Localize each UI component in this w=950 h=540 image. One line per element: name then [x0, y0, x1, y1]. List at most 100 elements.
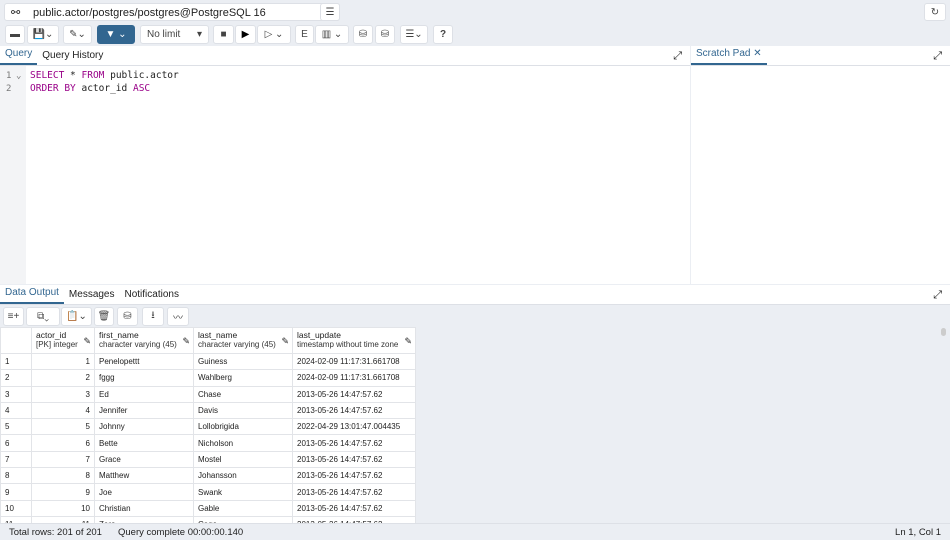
table-row[interactable]: 1 1 Penelopettt Guiness 2024-02-09 11:17:31.…: [0, 352, 416, 371]
row-number[interactable]: 7: [0, 450, 32, 469]
table-cell[interactable]: Johansson: [193, 467, 293, 485]
table-cell[interactable]: Mostel: [193, 450, 293, 469]
table-cell[interactable]: 2022-04-29 13:01:47.004435: [292, 418, 416, 436]
table-cell[interactable]: 1: [31, 352, 95, 371]
connection-address-bar[interactable]: ⚯ public.actor/postgres/postgres@Postgre…: [4, 3, 340, 21]
table-row[interactable]: 10 10 Christian Gable 2013-05-26 14:47:57.62: [0, 499, 416, 517]
sql-editor[interactable]: 1 ⌄ 2 SELECT * FROM public.actor ORDER B…: [0, 66, 690, 284]
table-row[interactable]: 7 7 Grace Mostel 2013-05-26 14:47:57.62: [0, 450, 416, 469]
table-cell[interactable]: 2: [31, 369, 95, 387]
save-data-button[interactable]: ⛁: [117, 307, 138, 326]
row-number[interactable]: 2: [0, 369, 32, 387]
row-number[interactable]: 5: [0, 418, 32, 436]
column-header[interactable]: last_update timestamp without time zone ✎: [292, 327, 416, 354]
table-cell[interactable]: 3: [31, 385, 95, 403]
stop-button[interactable]: ■: [213, 25, 234, 44]
table-row[interactable]: 4 4 Jennifer Davis 2013-05-26 14:47:57.62: [0, 401, 416, 420]
close-icon[interactable]: ✕: [753, 48, 761, 59]
table-cell[interactable]: 2013-05-26 14:47:57.62: [292, 499, 416, 517]
rollback-button[interactable]: ⛁: [375, 25, 395, 44]
table-cell[interactable]: 2013-05-26 14:47:57.62: [292, 450, 416, 469]
row-number[interactable]: 3: [0, 385, 32, 403]
execute-button[interactable]: ▶: [235, 25, 256, 44]
refresh-icon[interactable]: ↻: [924, 3, 946, 21]
column-header[interactable]: first_name character varying (45) ✎: [94, 327, 194, 354]
table-row[interactable]: 3 3 Ed Chase 2013-05-26 14:47:57.62: [0, 385, 416, 403]
download-button[interactable]: ⭳: [142, 307, 164, 326]
table-cell[interactable]: fggg: [94, 369, 194, 387]
table-cell[interactable]: Nicholson: [193, 434, 293, 452]
table-cell[interactable]: Jennifer: [94, 401, 194, 420]
table-cell[interactable]: 10: [31, 499, 95, 517]
table-row[interactable]: 2 2 fggg Wahlberg 2024-02-09 11:17:31.661708: [0, 369, 416, 387]
tab-messages[interactable]: Messages: [64, 289, 120, 304]
table-cell[interactable]: 2013-05-26 14:47:57.62: [292, 434, 416, 452]
fold-icon[interactable]: ⌄: [16, 71, 21, 81]
tab-query[interactable]: Query: [0, 48, 38, 65]
connection-icon[interactable]: ⚯: [11, 6, 20, 19]
help-button[interactable]: ?: [433, 25, 453, 44]
expand-icon[interactable]: ⤢: [933, 50, 942, 63]
table-cell[interactable]: Chase: [193, 385, 293, 403]
table-cell[interactable]: Grace: [94, 450, 194, 469]
table-cell[interactable]: 8: [31, 467, 95, 485]
macros-button[interactable]: ☰⌄: [400, 25, 428, 44]
table-cell[interactable]: Gable: [193, 499, 293, 517]
column-header[interactable]: actor_id [PK] integer ✎: [31, 327, 95, 354]
table-cell[interactable]: Wahlberg: [193, 369, 293, 387]
paste-button[interactable]: 📋⌄: [61, 307, 92, 326]
table-row[interactable]: 8 8 Matthew Johansson 2013-05-26 14:47:57.62: [0, 467, 416, 485]
table-cell[interactable]: 9: [31, 483, 95, 501]
filter-button[interactable]: ▼ ⌄: [97, 25, 135, 44]
table-cell[interactable]: 2024-02-09 11:17:31.661708: [292, 352, 416, 371]
limit-select[interactable]: No limit ▾: [140, 25, 209, 44]
table-row[interactable]: 9 9 Joe Swank 2013-05-26 14:47:57.62: [0, 483, 416, 501]
table-cell[interactable]: Guiness: [193, 352, 293, 371]
expand-icon[interactable]: ⤢: [673, 50, 682, 63]
copy-button[interactable]: ⧉⌄: [26, 307, 60, 326]
table-cell[interactable]: 2013-05-26 14:47:57.62: [292, 385, 416, 403]
row-number[interactable]: 9: [0, 483, 32, 501]
execute-options-button[interactable]: ▷ ⌄: [257, 25, 291, 44]
tab-scratch-pad[interactable]: Scratch Pad ✕: [691, 48, 767, 65]
table-row[interactable]: 5 5 Johnny Lollobrigida 2022-04-29 13:01:47.…: [0, 418, 416, 436]
table-cell[interactable]: Penelopettt: [94, 352, 194, 371]
open-file-button[interactable]: ▬: [5, 25, 25, 44]
scrollbar[interactable]: [941, 328, 947, 518]
table-cell[interactable]: 2024-02-09 11:17:31.661708: [292, 369, 416, 387]
commit-button[interactable]: ⛁: [353, 25, 373, 44]
table-cell[interactable]: Christian: [94, 499, 194, 517]
row-number[interactable]: 6: [0, 434, 32, 452]
table-cell[interactable]: 4: [31, 401, 95, 420]
table-cell[interactable]: Swank: [193, 483, 293, 501]
graph-button[interactable]: 〰: [167, 307, 189, 326]
database-icon[interactable]: ☰: [320, 3, 340, 21]
save-button[interactable]: 💾⌄: [27, 25, 59, 44]
table-cell[interactable]: 2013-05-26 14:47:57.62: [292, 401, 416, 420]
table-row[interactable]: 6 6 Bette Nicholson 2013-05-26 14:47:57.62: [0, 434, 416, 452]
explain-analyze-button[interactable]: ▥ ⌄: [315, 25, 349, 44]
expand-icon[interactable]: ⤢: [933, 289, 942, 302]
table-cell[interactable]: Bette: [94, 434, 194, 452]
table-cell[interactable]: 6: [31, 434, 95, 452]
add-row-button[interactable]: ≡+: [3, 307, 24, 326]
explain-button[interactable]: E: [295, 25, 314, 44]
table-cell[interactable]: 5: [31, 418, 95, 436]
tab-notifications[interactable]: Notifications: [120, 289, 184, 304]
tab-query-history[interactable]: Query History: [37, 50, 108, 65]
table-cell[interactable]: 2013-05-26 14:47:57.62: [292, 467, 416, 485]
row-number[interactable]: 10: [0, 499, 32, 517]
delete-button[interactable]: 🗑: [94, 307, 114, 326]
table-cell[interactable]: 2013-05-26 14:47:57.62: [292, 483, 416, 501]
table-cell[interactable]: Johnny: [94, 418, 194, 436]
table-cell[interactable]: 7: [31, 450, 95, 469]
column-header[interactable]: last_name character varying (45) ✎: [193, 327, 293, 354]
table-cell[interactable]: Ed: [94, 385, 194, 403]
row-number[interactable]: 8: [0, 467, 32, 485]
table-cell[interactable]: Lollobrigida: [193, 418, 293, 436]
row-number[interactable]: 1: [0, 352, 32, 371]
edit-button[interactable]: ✎⌄: [63, 25, 92, 44]
row-number[interactable]: 4: [0, 401, 32, 420]
tab-data-output[interactable]: Data Output: [0, 287, 64, 304]
scratch-pad-area[interactable]: [691, 66, 950, 284]
